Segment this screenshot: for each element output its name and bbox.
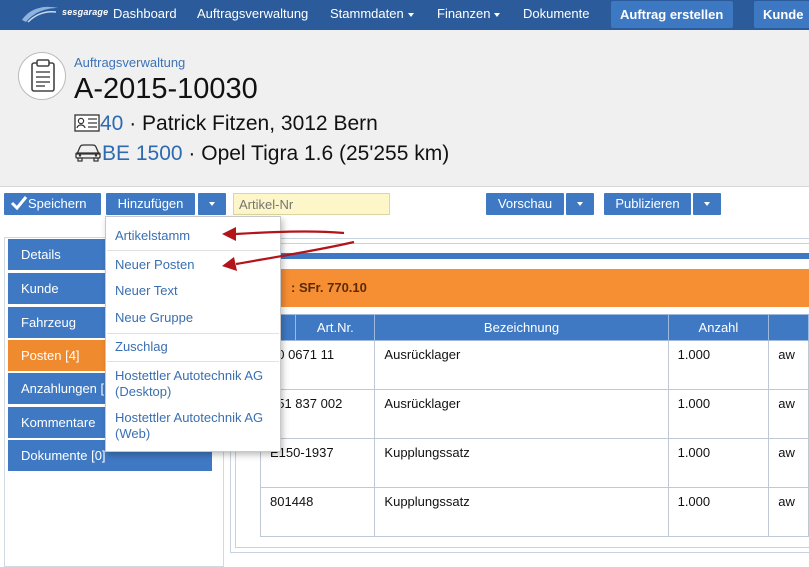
col-art-nr[interactable]: Art.Nr.	[295, 314, 376, 341]
cell-unit: aw	[768, 389, 809, 439]
panel-header-strip	[236, 253, 809, 259]
preview-dropdown-toggle[interactable]	[566, 193, 594, 215]
customer-line: 40 · Patrick Fitzen, 3012 Bern	[74, 112, 378, 138]
customer-id-link[interactable]: 40	[100, 112, 123, 135]
add-button[interactable]: Hinzufügen	[106, 193, 195, 215]
cell-bezeichnung: Ausrücklager	[374, 389, 669, 439]
cell-bezeichnung: Kupplungssatz	[374, 438, 669, 488]
table-header-row: Art.Nr. Bezeichnung Anzahl	[259, 314, 809, 341]
nav-finanzen[interactable]: Finanzen	[437, 0, 501, 30]
breadcrumb[interactable]: Auftragsverwaltung	[74, 55, 185, 70]
brand-name: sesgarage	[62, 7, 109, 17]
cell-unit: aw	[768, 340, 809, 390]
customer-button[interactable]: Kunde	[754, 1, 809, 28]
cell-anzahl: 1.000	[667, 487, 770, 537]
table-row[interactable]: 801448 Kupplungssatz 1.000 aw	[259, 487, 809, 537]
cell-bezeichnung: Kupplungssatz	[374, 487, 669, 537]
col-bezeichnung[interactable]: Bezeichnung	[374, 314, 669, 341]
table-row[interactable]: E150-1937 Kupplungssatz 1.000 aw	[259, 438, 809, 488]
menu-divider	[107, 333, 279, 334]
publish-dropdown-toggle[interactable]	[693, 193, 721, 215]
nav-stammdaten[interactable]: Stammdaten	[330, 0, 414, 30]
chevron-down-icon	[407, 12, 414, 17]
car-icon	[74, 142, 102, 168]
create-order-button[interactable]: Auftrag erstellen	[611, 1, 733, 28]
chevron-down-icon	[704, 202, 710, 206]
cell-unit: aw	[768, 487, 809, 537]
swoosh-logo-icon	[22, 6, 58, 23]
col-anzahl[interactable]: Anzahl	[667, 314, 770, 341]
menu-item-zuschlag[interactable]: Zuschlag	[115, 339, 168, 355]
cell-bezeichnung: Ausrücklager	[374, 340, 669, 390]
app-window: sesgarage Dashboard Auftragsverwaltung S…	[0, 0, 809, 567]
top-navbar: sesgarage Dashboard Auftragsverwaltung S…	[0, 0, 809, 30]
check-icon	[10, 196, 28, 211]
page-title: A-2015-10030	[74, 73, 258, 105]
nav-dokumente[interactable]: Dokumente	[523, 0, 589, 30]
nav-dashboard[interactable]: Dashboard	[113, 0, 177, 30]
cell-anzahl: 1.000	[667, 340, 770, 390]
save-button[interactable]: Speichern	[4, 193, 101, 215]
menu-item-hostettler-web[interactable]: Hostettler Autotechnik AG (Web)	[115, 410, 265, 442]
brand-logo[interactable]: sesgarage	[18, 2, 108, 26]
id-card-icon	[74, 114, 100, 138]
article-number-input[interactable]	[233, 193, 390, 215]
menu-item-hostettler-desktop[interactable]: Hostettler Autotechnik AG (Desktop)	[115, 368, 265, 400]
preview-button[interactable]: Vorschau	[486, 193, 564, 215]
menu-item-neue-gruppe[interactable]: Neue Gruppe	[115, 310, 193, 326]
menu-item-neuer-text[interactable]: Neuer Text	[115, 283, 178, 299]
publish-button[interactable]: Publizieren	[604, 193, 691, 215]
chevron-down-icon	[494, 12, 501, 17]
menu-item-artikelstamm[interactable]: Artikelstamm	[115, 228, 190, 244]
nav-auftragsverwaltung[interactable]: Auftragsverwaltung	[197, 0, 308, 30]
add-dropdown-toggle[interactable]	[198, 193, 226, 215]
order-header: Auftragsverwaltung A-2015-10030 40 · Pat…	[0, 30, 809, 187]
cell-art-nr: 801448	[259, 487, 376, 537]
table-row[interactable]: 00 0671 11 Ausrücklager 1.000 aw	[259, 340, 809, 390]
col-unit	[768, 314, 809, 341]
chevron-down-icon	[209, 202, 215, 206]
table-row[interactable]: 351 837 002 Ausrücklager 1.000 aw	[259, 389, 809, 439]
chevron-down-icon	[577, 202, 583, 206]
positions-table: Art.Nr. Bezeichnung Anzahl 00 0671 11 Au…	[259, 314, 809, 537]
clipboard-icon	[18, 52, 66, 100]
cell-anzahl: 1.000	[667, 438, 770, 488]
cell-anzahl: 1.000	[667, 389, 770, 439]
menu-divider	[107, 250, 279, 251]
cell-unit: aw	[768, 438, 809, 488]
vehicle-line: BE 1500 · Opel Tigra 1.6 (25'255 km)	[74, 142, 449, 168]
customer-info: · Patrick Fitzen, 3012 Bern	[123, 112, 378, 135]
menu-divider	[107, 361, 279, 362]
total-summary: : SFr. 770.10	[236, 269, 809, 307]
menu-item-neuer-posten[interactable]: Neuer Posten	[115, 257, 195, 273]
plate-link[interactable]: BE 1500	[102, 142, 183, 165]
vehicle-info: · Opel Tigra 1.6 (25'255 km)	[182, 142, 450, 165]
add-dropdown-menu: Artikelstamm Neuer Posten Neuer Text Neu…	[105, 216, 281, 452]
